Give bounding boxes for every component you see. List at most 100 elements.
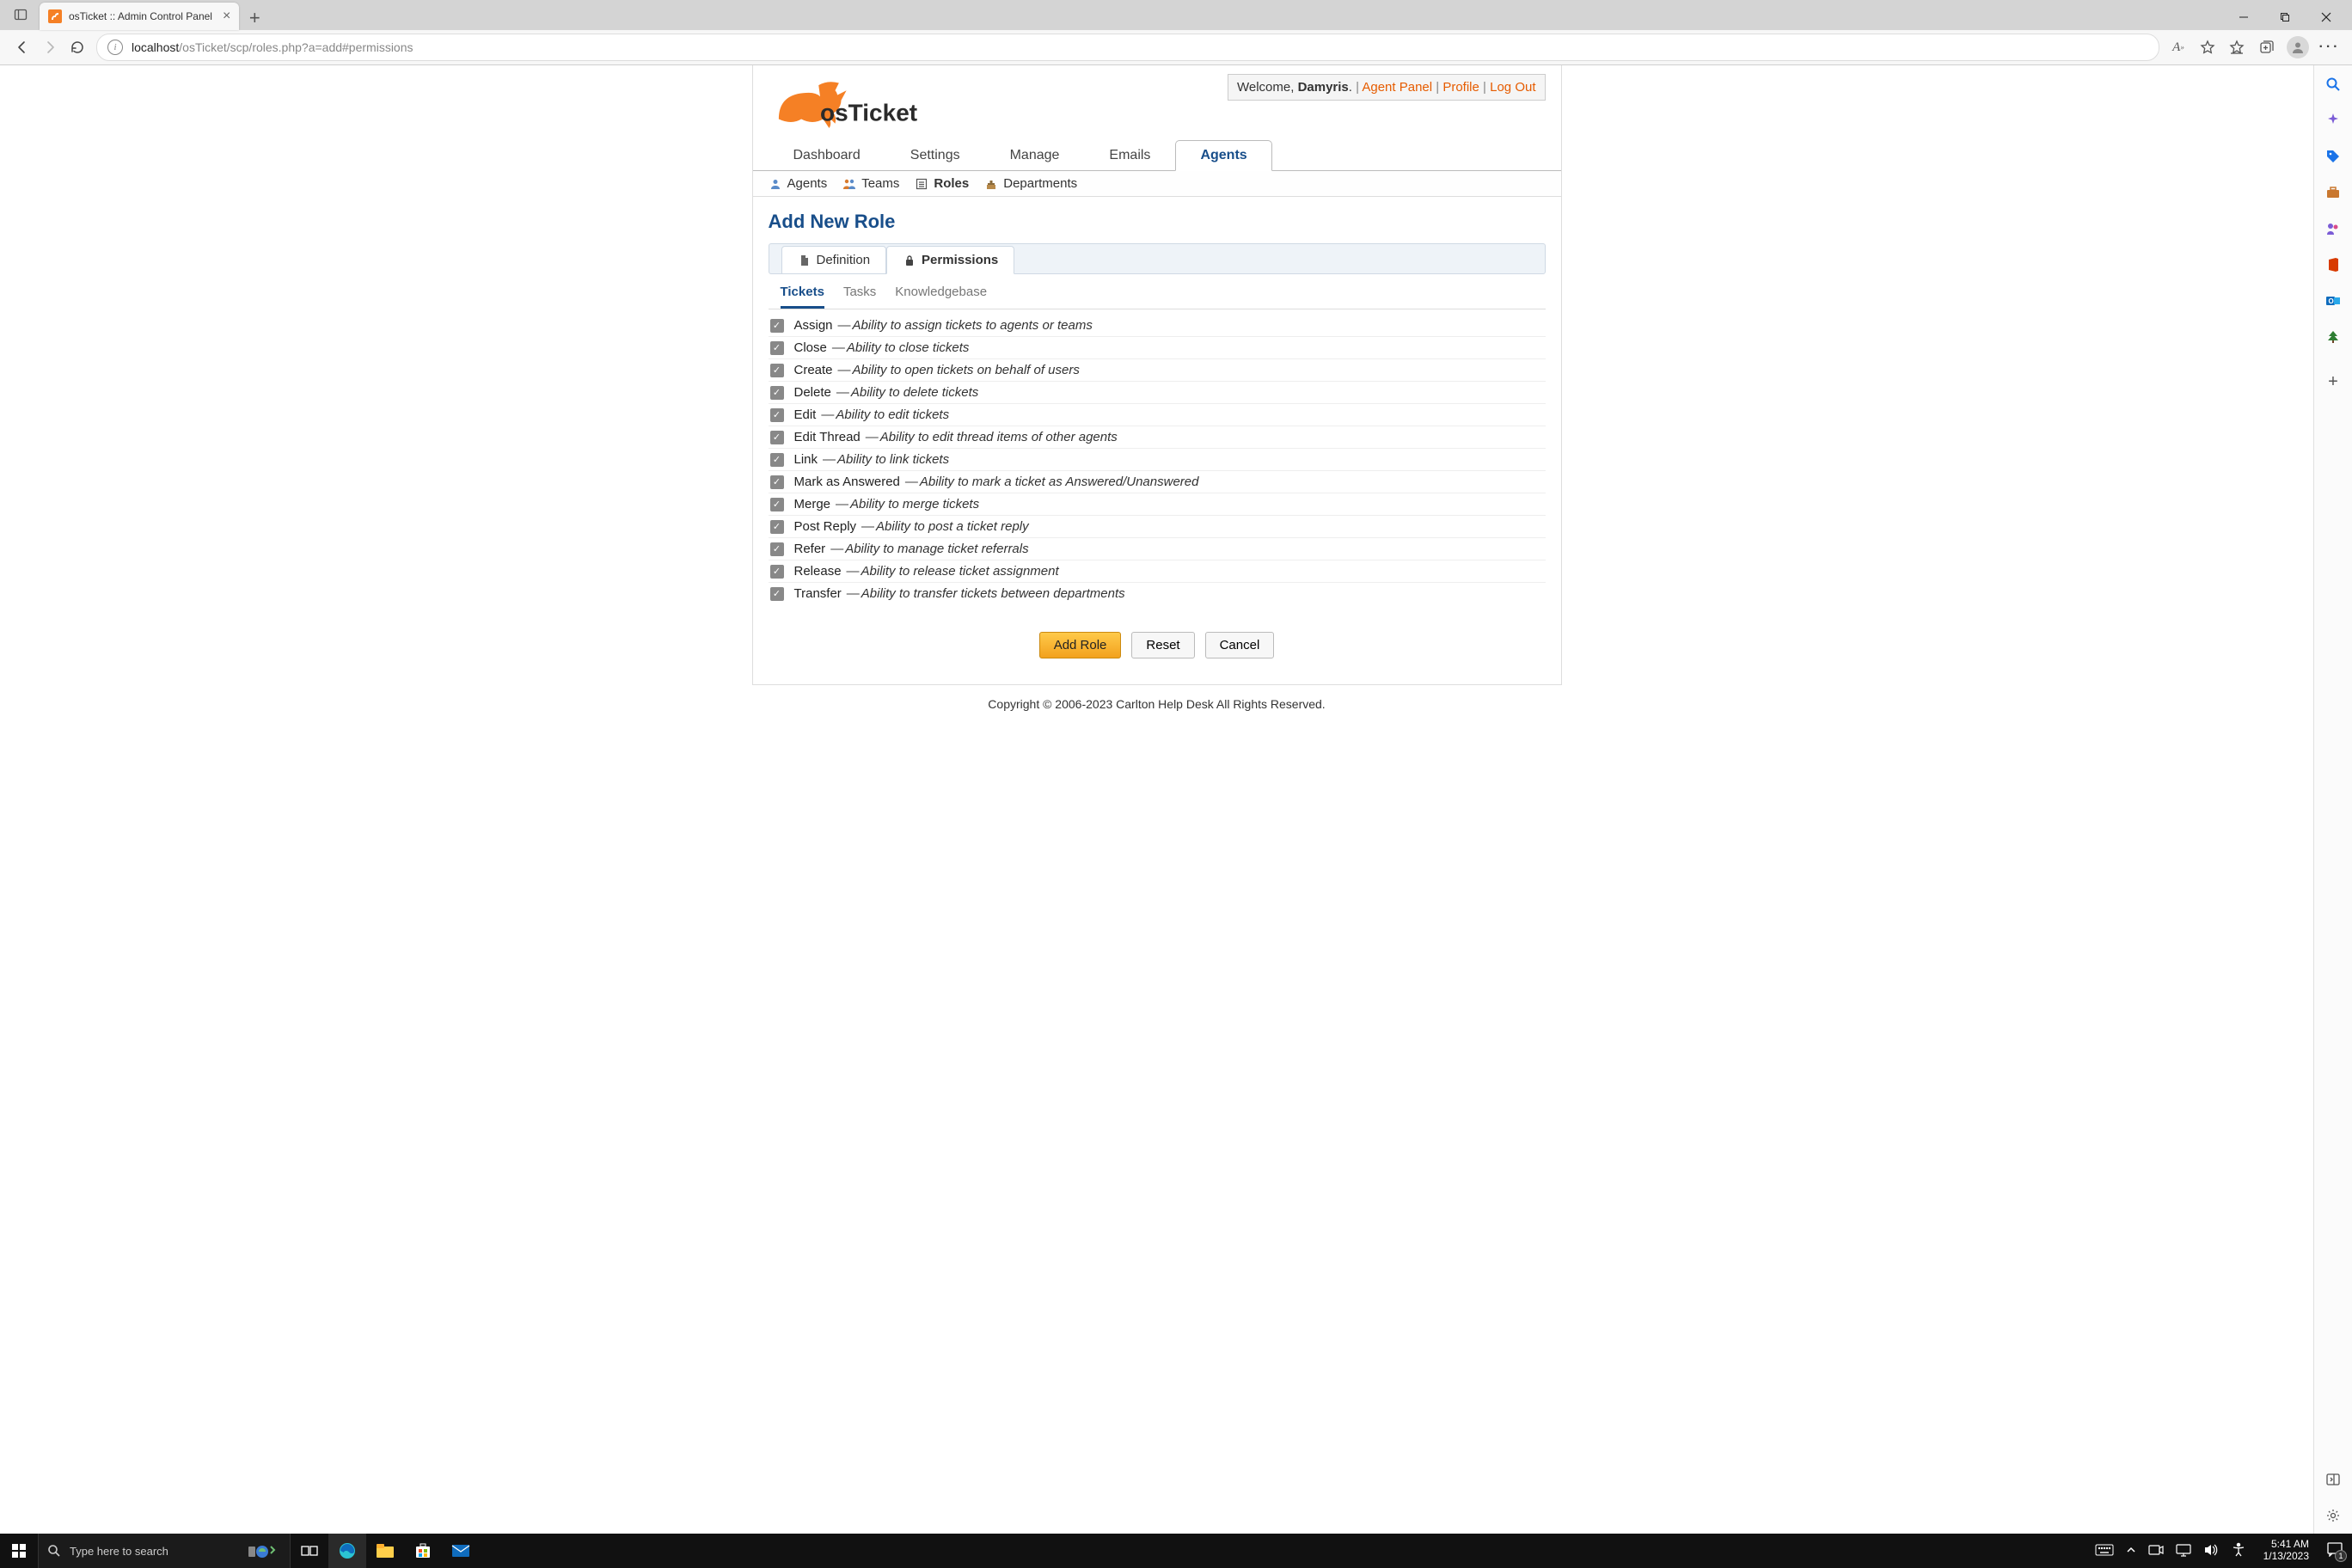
permission-list: ✓Assign — Ability to assign tickets to a… [769, 315, 1546, 604]
sidebar-search-icon[interactable] [2324, 76, 2342, 93]
permission-name: Transfer [794, 586, 842, 601]
permission-checkbox[interactable]: ✓ [770, 408, 784, 422]
url-host: localhost [132, 40, 179, 54]
taskbar-clock[interactable]: 5:41 AM 1/13/2023 [2258, 1539, 2314, 1563]
tab-agents[interactable]: Agents [1175, 140, 1271, 171]
profile-avatar-icon[interactable] [2287, 36, 2309, 58]
subtab-roles[interactable]: Roles [915, 176, 969, 191]
permission-checkbox[interactable]: ✓ [770, 319, 784, 333]
profile-link[interactable]: Profile [1442, 80, 1479, 95]
windows-taskbar: Type here to search 5:41 AM 1/13/2023 1 [0, 1534, 2352, 1568]
sidebar-tree-icon[interactable] [2324, 328, 2342, 346]
permission-row: ✓Close — Ability to close tickets [769, 337, 1546, 359]
site-info-icon[interactable]: i [107, 40, 123, 55]
taskbar-explorer-icon[interactable] [366, 1534, 404, 1568]
card-tab-definition[interactable]: Definition [781, 246, 887, 274]
add-role-button[interactable]: Add Role [1039, 632, 1122, 658]
taskbar-notifications-icon[interactable]: 1 [2326, 1541, 2345, 1560]
permission-name: Edit Thread [794, 430, 861, 444]
favorite-icon[interactable] [2199, 39, 2216, 56]
window-close-icon[interactable] [2314, 12, 2338, 25]
sidebar-collapse-icon[interactable] [2324, 1471, 2342, 1488]
taskbar-keyboard-icon[interactable] [2095, 1543, 2114, 1559]
reset-button[interactable]: Reset [1131, 632, 1194, 658]
minimize-icon[interactable] [2232, 12, 2256, 25]
taskbar-tray-chevron-icon[interactable] [2126, 1545, 2136, 1558]
sub-nav: Agents Teams Roles Departments [753, 171, 1561, 197]
sidebar-people-icon[interactable] [2324, 220, 2342, 237]
sidebar-tag-icon[interactable] [2324, 148, 2342, 165]
lock-icon [903, 254, 916, 267]
permission-checkbox[interactable]: ✓ [770, 542, 784, 556]
welcome-text: Welcome, [1237, 80, 1298, 95]
sidebar-sparkle-icon[interactable] [2324, 112, 2342, 129]
address-bar[interactable]: i localhost/osTicket/scp/roles.php?a=add… [96, 34, 2159, 61]
tab-settings[interactable]: Settings [885, 140, 985, 170]
permission-name: Link [794, 452, 818, 467]
logout-link[interactable]: Log Out [1490, 80, 1535, 95]
page-title: Add New Role [769, 211, 1546, 233]
browser-tab[interactable]: osTicket :: Admin Control Panel × [40, 3, 239, 30]
start-button[interactable] [0, 1534, 38, 1568]
taskbar-display-icon[interactable] [2176, 1543, 2191, 1559]
permission-checkbox[interactable]: ✓ [770, 364, 784, 377]
permission-checkbox[interactable]: ✓ [770, 587, 784, 601]
read-aloud-icon[interactable]: A» [2170, 39, 2187, 56]
permission-row: ✓Delete — Ability to delete tickets [769, 382, 1546, 404]
maximize-icon[interactable] [2273, 12, 2297, 25]
permission-row: ✓Create — Ability to open tickets on beh… [769, 359, 1546, 382]
permission-checkbox[interactable]: ✓ [770, 565, 784, 579]
osticket-page: osTicket Welcome, Damyris. | Agent Panel… [752, 65, 1562, 685]
taskbar-search[interactable]: Type here to search [38, 1534, 291, 1568]
permission-checkbox[interactable]: ✓ [770, 520, 784, 534]
taskbar-edge-icon[interactable] [328, 1534, 366, 1568]
permission-checkbox[interactable]: ✓ [770, 341, 784, 355]
sidebar-briefcase-icon[interactable] [2324, 184, 2342, 201]
favorites-list-icon[interactable] [2228, 39, 2245, 56]
tab-emails[interactable]: Emails [1084, 140, 1175, 170]
permission-checkbox[interactable]: ✓ [770, 386, 784, 400]
sidebar-add-icon[interactable]: + [2324, 373, 2342, 390]
permission-checkbox[interactable]: ✓ [770, 475, 784, 489]
welcome-user: Damyris [1298, 80, 1349, 95]
taskbar-mail-icon[interactable] [442, 1534, 480, 1568]
taskbar-accessibility-icon[interactable] [2231, 1542, 2246, 1560]
permission-name: Refer [794, 542, 826, 556]
tab-dashboard[interactable]: Dashboard [769, 140, 885, 170]
permission-row: ✓Merge — Ability to merge tickets [769, 493, 1546, 516]
subtab-teams[interactable]: Teams [842, 176, 899, 191]
subtab-departments[interactable]: Departments [984, 176, 1077, 191]
card-tab-permissions[interactable]: Permissions [886, 246, 1014, 274]
permission-row: ✓Refer — Ability to manage ticket referr… [769, 538, 1546, 560]
cancel-button[interactable]: Cancel [1205, 632, 1275, 658]
subtab-agents[interactable]: Agents [769, 176, 828, 191]
sidebar-settings-icon[interactable] [2324, 1507, 2342, 1524]
tab-title: osTicket :: Admin Control Panel [69, 10, 212, 22]
tab-manage[interactable]: Manage [985, 140, 1085, 170]
permission-checkbox[interactable]: ✓ [770, 431, 784, 444]
teams-icon [842, 177, 856, 191]
taskbar-meet-icon[interactable] [2148, 1544, 2164, 1559]
taskbar-taskview-icon[interactable] [291, 1534, 328, 1568]
perm-tab-tasks[interactable]: Tasks [843, 285, 876, 309]
agent-panel-link[interactable]: Agent Panel [1362, 80, 1432, 95]
taskbar-store-icon[interactable] [404, 1534, 442, 1568]
permission-description: Ability to edit tickets [836, 407, 949, 422]
taskbar-search-placeholder: Type here to search [70, 1545, 168, 1558]
browser-menu-icon[interactable]: ··· [2321, 39, 2338, 56]
permission-checkbox[interactable]: ✓ [770, 453, 784, 467]
perm-tab-tickets[interactable]: Tickets [781, 285, 824, 309]
perm-tab-knowledgebase[interactable]: Knowledgebase [895, 285, 987, 309]
osticket-logo[interactable]: osTicket [769, 74, 932, 134]
tab-close-icon[interactable]: × [223, 9, 230, 23]
url-path: /osTicket/scp/roles.php?a=add#permission… [179, 40, 413, 54]
tab-actions-icon[interactable] [9, 3, 33, 27]
permission-checkbox[interactable]: ✓ [770, 498, 784, 511]
taskbar-volume-icon[interactable] [2203, 1543, 2219, 1559]
new-tab-button[interactable]: + [242, 6, 266, 30]
nav-refresh-button[interactable] [64, 34, 91, 61]
sidebar-outlook-icon[interactable]: O [2324, 292, 2342, 309]
nav-back-button[interactable] [9, 34, 36, 61]
collections-icon[interactable] [2257, 39, 2275, 56]
sidebar-office-icon[interactable] [2324, 256, 2342, 273]
